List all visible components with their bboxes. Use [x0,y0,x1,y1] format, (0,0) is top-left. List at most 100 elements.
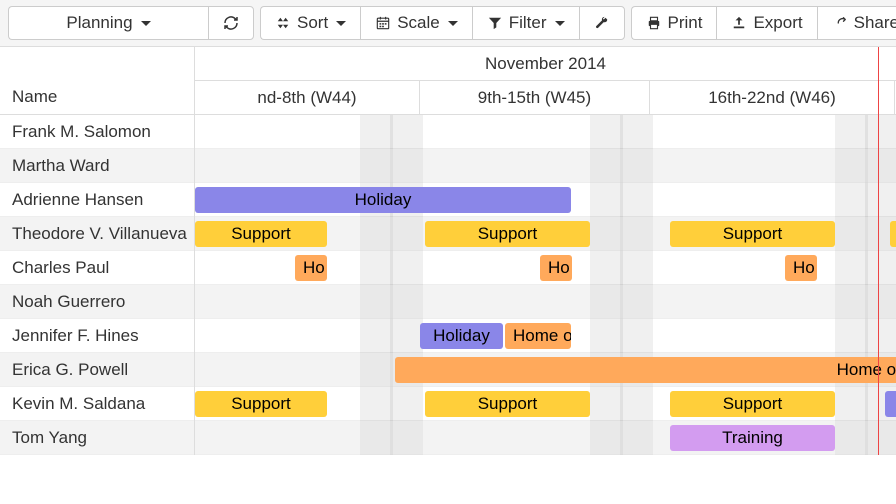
event-bar[interactable]: Home office [395,357,896,383]
resource-name[interactable]: Theodore V. Villanueva [0,217,195,251]
event-bar[interactable]: Support [195,391,327,417]
planning-dropdown[interactable]: Planning [8,6,208,40]
planning-label: Planning [66,13,132,33]
weekend-stripe [865,149,896,183]
share-icon [832,15,848,31]
table-row: Erica G. Powell Home office [0,353,896,387]
event-bar[interactable]: Support [670,391,835,417]
weekend-stripe [865,251,896,285]
weekend-stripe [590,421,623,455]
caret-down-icon [336,21,346,26]
timeline-header: Name November 2014 nd-8th (W44)9th-15th … [0,47,896,115]
resource-name[interactable]: Charles Paul [0,251,195,285]
sort-dropdown[interactable]: Sort [260,6,360,40]
share-label: Share [854,13,896,33]
event-bar[interactable]: Holiday [420,323,503,349]
weekend-stripe [590,285,623,319]
week-headers: nd-8th (W44)9th-15th (W45)16th-22nd (W46… [195,81,896,115]
table-row: Adrienne HansenHoliday [0,183,896,217]
weekend-stripe [390,217,423,251]
resource-name[interactable]: Erica G. Powell [0,353,195,387]
event-bar[interactable]: Support [425,391,590,417]
filter-dropdown[interactable]: Filter [472,6,579,40]
weekend-stripe [360,319,393,353]
row-track[interactable]: Holiday [195,183,896,217]
row-track[interactable] [195,115,896,149]
rows-container: Frank M. SalomonMartha WardAdrienne Hans… [0,115,896,455]
caret-down-icon [141,21,151,26]
resource-name[interactable]: Noah Guerrero [0,285,195,319]
weekend-stripe [620,285,653,319]
event-bar[interactable] [890,221,896,247]
weekend-stripe [390,285,423,319]
row-track[interactable]: Support Support Support [195,217,896,251]
weekend-stripe [865,285,896,319]
refresh-button[interactable] [208,6,254,40]
weekend-stripe [390,149,423,183]
event-bar[interactable]: Ho [540,255,572,281]
print-label: Print [668,13,703,33]
weekend-stripe [590,217,623,251]
scale-label: Scale [397,13,440,33]
export-label: Export [753,13,802,33]
row-track[interactable]: Home office [195,353,896,387]
wrench-icon [594,15,610,31]
weekend-stripe [360,285,393,319]
week-header[interactable]: nd-8th (W44) [195,81,420,115]
weekend-stripe [865,115,896,149]
weekend-stripe [620,217,653,251]
table-row: Charles Paul Ho Ho Ho [0,251,896,285]
print-icon [646,15,662,31]
name-header-label: Name [12,87,57,107]
event-bar[interactable]: Support [425,221,590,247]
row-track[interactable] [195,149,896,183]
table-row: Martha Ward [0,149,896,183]
weekend-stripe [835,149,868,183]
event-bar[interactable]: Home o [505,323,571,349]
resource-name[interactable]: Adrienne Hansen [0,183,195,217]
resource-name[interactable]: Frank M. Salomon [0,115,195,149]
weekend-stripe [835,183,868,217]
print-button[interactable]: Print [631,6,717,40]
weekend-stripe [620,149,653,183]
row-track[interactable]: Training [195,421,896,455]
resource-name[interactable]: Martha Ward [0,149,195,183]
event-bar[interactable]: Support [670,221,835,247]
weekend-stripe [835,115,868,149]
event-bar[interactable]: Ho [785,255,817,281]
now-indicator [878,47,879,455]
scale-dropdown[interactable]: Scale [360,6,472,40]
weekend-stripe [835,421,868,455]
weekend-stripe [360,251,393,285]
row-track[interactable]: HolidayHome o [195,319,896,353]
row-track[interactable]: Ho Ho Ho [195,251,896,285]
event-bar[interactable]: Ho [295,255,327,281]
share-button[interactable]: Share [817,6,896,40]
export-button[interactable]: Export [716,6,816,40]
week-header[interactable]: 16th-22nd (W46) [650,81,895,115]
resource-name[interactable]: Tom Yang [0,421,195,455]
table-row: Frank M. Salomon [0,115,896,149]
event-bar[interactable]: Support [195,221,327,247]
settings-button[interactable] [579,6,625,40]
weekend-stripe [360,421,393,455]
table-row: Tom Yang Training [0,421,896,455]
name-column-header[interactable]: Name [0,47,195,115]
event-bar[interactable] [885,391,896,417]
weekend-stripe [835,319,868,353]
row-track[interactable]: Support Support Support [195,387,896,421]
row-track[interactable] [195,285,896,319]
resource-name[interactable]: Jennifer F. Hines [0,319,195,353]
week-header[interactable]: 9th-15th (W45) [420,81,650,115]
refresh-icon [223,15,239,31]
weekend-stripe [620,387,653,421]
weekend-stripe [390,421,423,455]
event-bar[interactable]: Training [670,425,835,451]
table-row: Theodore V. VillanuevaSupportSupportSupp… [0,217,896,251]
event-bar[interactable]: Holiday [195,187,571,213]
weekend-stripe [835,387,868,421]
resource-name[interactable]: Kevin M. Saldana [0,387,195,421]
sort-label: Sort [297,13,328,33]
weekend-stripe [360,387,393,421]
weekend-stripe [390,115,423,149]
